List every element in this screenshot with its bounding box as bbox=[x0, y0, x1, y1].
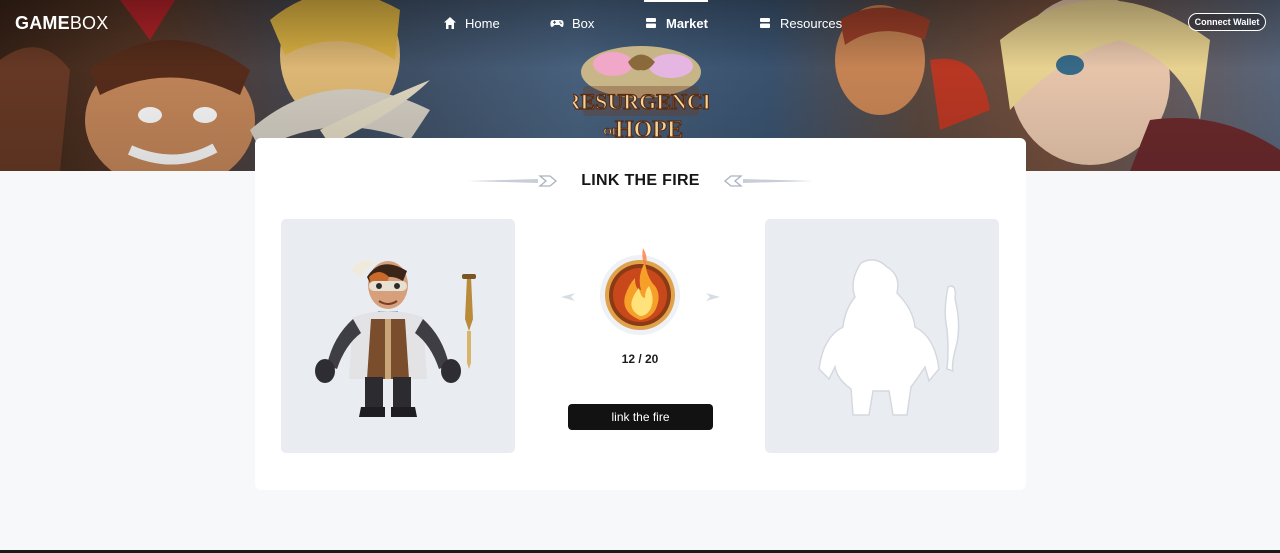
home-icon bbox=[444, 17, 456, 29]
hero-slot[interactable] bbox=[281, 219, 515, 453]
svg-text:HOPE: HOPE bbox=[615, 117, 683, 140]
nav-item-label: Market bbox=[666, 15, 708, 31]
arrow-right-icon bbox=[706, 293, 720, 301]
fire-counter: 12 / 20 bbox=[621, 352, 659, 366]
hero-figure bbox=[315, 260, 476, 417]
arrow-left-icon bbox=[561, 293, 575, 301]
fire-badge-icon bbox=[600, 248, 680, 335]
nav-item-home[interactable]: Home bbox=[443, 15, 500, 31]
card-title: LINK THE FIRE bbox=[581, 172, 700, 189]
top-nav: Home Box Market Resources bbox=[0, 0, 1280, 44]
hero-silhouette bbox=[818, 259, 960, 416]
title-right-ornament-icon bbox=[723, 175, 813, 187]
gamepad-icon bbox=[550, 20, 564, 27]
link-the-fire-button[interactable]: link the fire bbox=[568, 404, 713, 430]
stack-icon bbox=[760, 18, 770, 28]
result-slot-placeholder bbox=[765, 219, 999, 453]
connect-wallet-button[interactable]: Connect Wallet bbox=[1188, 13, 1266, 31]
nav-item-resources[interactable]: Resources bbox=[758, 15, 842, 31]
nav-item-box[interactable]: Box bbox=[550, 15, 594, 31]
game-logo: RESURGENCE OF HOPE bbox=[573, 46, 709, 140]
nav-item-label: Resources bbox=[780, 15, 843, 31]
svg-text:RESURGENCE: RESURGENCE bbox=[573, 89, 709, 114]
link-fire-card: LINK THE FIRE 12 / 20 link the fire bbox=[255, 138, 1026, 490]
store-icon bbox=[646, 18, 656, 28]
nav-item-label: Box bbox=[572, 15, 595, 31]
nav-item-market[interactable]: Market bbox=[644, 0, 708, 31]
nav-item-label: Home bbox=[465, 15, 500, 31]
